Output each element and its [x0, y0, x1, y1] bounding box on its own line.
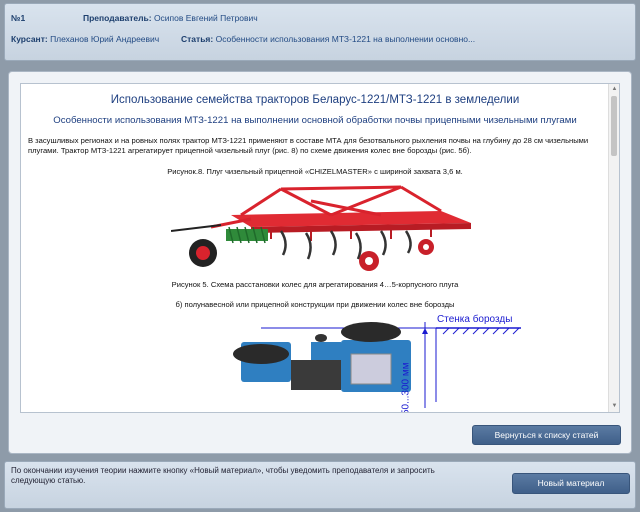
student-label: Курсант: — [11, 34, 48, 44]
scroll-thumb[interactable] — [611, 96, 617, 156]
wheel-layout-diagram — [233, 322, 521, 408]
article-info: Статья: Особенности использования МТЗ-12… — [181, 34, 475, 44]
furrow-wall-label: Стенка борозды — [437, 314, 513, 325]
teacher-info: Преподаватель: Осипов Евгений Петрович — [83, 13, 258, 23]
student-name: Плеханов Юрий Андреевич — [50, 34, 160, 44]
article-name: Особенности использования МТЗ-1221 на вы… — [215, 34, 476, 44]
new-material-button[interactable]: Новый материал — [512, 473, 630, 494]
footer-instruction: По окончании изучения теории нажмите кно… — [11, 466, 435, 485]
back-to-list-button[interactable]: Вернуться к списку статей — [472, 425, 621, 445]
lesson-number: №1 — [11, 13, 26, 23]
article-title: Использование семейства тракторов Белару… — [110, 94, 520, 106]
student-info: Курсант: Плеханов Юрий Андреевич — [11, 34, 159, 44]
scroll-up-icon[interactable]: ▲ — [610, 85, 619, 94]
article-content: Использование семейства тракторов Белару… — [21, 84, 609, 412]
teacher-label: Преподаватель: — [83, 13, 152, 23]
figure8-caption: Рисунок.8. Плуг чизельный прицепной «CHI… — [167, 167, 463, 176]
chisel-plow-image — [171, 185, 471, 271]
figure5-subcaption: б) полунавесной или прицепной конструкци… — [175, 300, 455, 309]
footer-panel: По окончании изучения теории нажмите кно… — [4, 461, 636, 509]
main-panel: Использование семейства тракторов Белару… — [8, 71, 632, 454]
article-label: Статья: — [181, 34, 214, 44]
depth-dimension-label: 250...300 мм — [400, 362, 412, 413]
header-panel: №1 Преподаватель: Осипов Евгений Петрови… — [4, 3, 636, 61]
article-scrollbar[interactable]: ▲ ▼ — [608, 84, 619, 412]
article-subtitle: Особенности использования МТЗ-1221 на вы… — [53, 115, 577, 126]
article-viewer: Использование семейства тракторов Белару… — [20, 83, 620, 413]
scroll-down-icon[interactable]: ▼ — [610, 402, 619, 411]
article-paragraph: В засушливых регионах и на ровных полях … — [28, 136, 589, 155]
figure5-caption: Рисунок 5. Схема расстановки колес для а… — [171, 280, 459, 289]
teacher-name: Осипов Евгений Петрович — [153, 13, 258, 23]
